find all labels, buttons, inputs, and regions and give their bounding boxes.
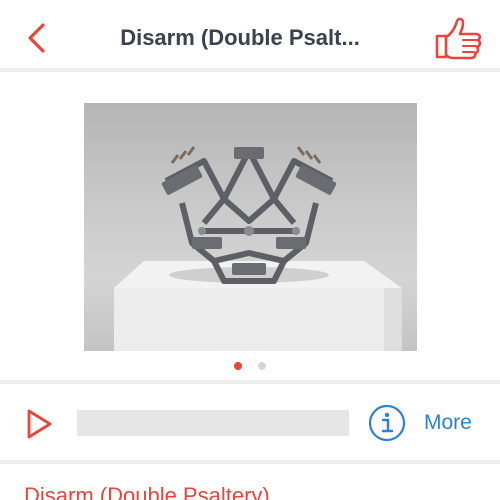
header-divider <box>0 68 500 72</box>
nav-header: Disarm (Double Psalt... <box>0 0 500 72</box>
back-button[interactable] <box>18 18 54 58</box>
page-indicator <box>0 362 500 372</box>
page-dot-1[interactable] <box>234 362 242 370</box>
info-button[interactable] <box>367 403 407 443</box>
screen: Disarm (Double Psalt... More Disarm (Dou… <box>0 0 500 500</box>
gallery-divider <box>0 380 500 384</box>
page-dot-2[interactable] <box>258 362 266 370</box>
info-icon <box>368 404 406 442</box>
artwork-title: Disarm (Double Psaltery) <box>24 483 270 500</box>
detail-divider <box>0 460 500 464</box>
more-link[interactable]: More <box>424 408 472 438</box>
sculpture-illustration <box>114 146 402 351</box>
play-button[interactable] <box>22 406 56 442</box>
thumbs-up-icon <box>435 17 482 60</box>
play-icon <box>27 409 52 439</box>
audio-progress-bar[interactable] <box>77 410 349 436</box>
like-button[interactable] <box>430 14 486 62</box>
artwork-image[interactable] <box>84 103 417 351</box>
chevron-left-icon <box>28 23 45 53</box>
page-title: Disarm (Double Psalt... <box>120 25 360 50</box>
